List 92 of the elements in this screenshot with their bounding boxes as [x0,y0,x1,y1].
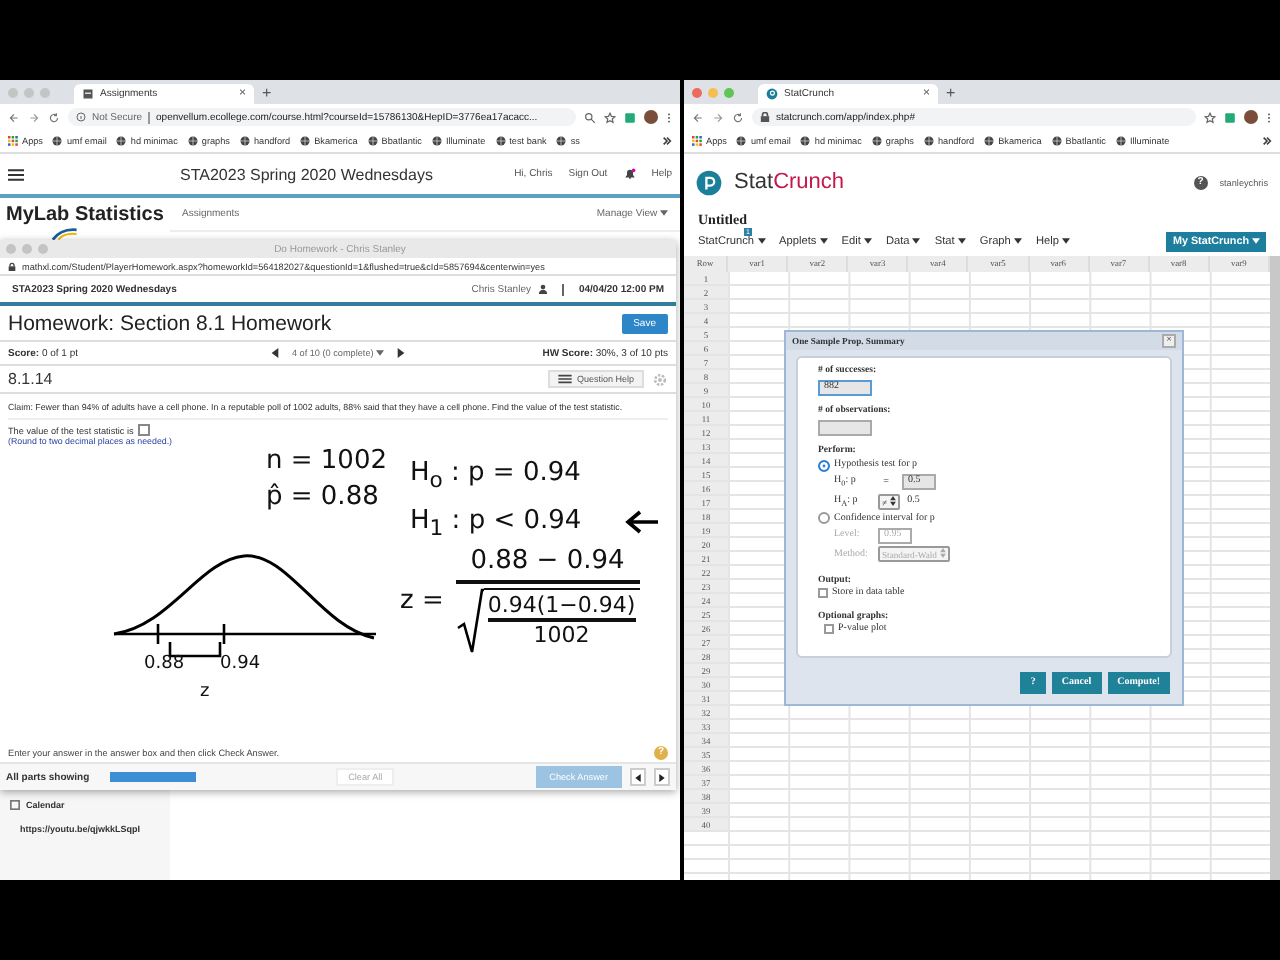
caret-icon [819,238,828,244]
denominator: 1002 [533,621,590,647]
globe-icon [800,136,811,146]
up-down-arrows-icon [889,495,896,505]
globe-icon [1051,136,1062,146]
globe-icon [431,136,442,146]
globe-icon [984,136,995,146]
info-icon [76,112,86,122]
star-icon[interactable] [604,111,616,123]
lock-icon [760,112,770,122]
previous-button[interactable] [630,768,646,786]
caret-icon [912,238,921,244]
checkbox[interactable] [818,588,828,598]
next-button[interactable] [396,348,407,358]
page-icon [82,88,94,100]
close-button[interactable] [692,87,702,97]
up-down-arrows-icon [939,548,946,558]
caret-icon [376,350,385,356]
list-icon [558,374,573,384]
globe-icon [736,136,747,146]
globe-icon [367,136,378,146]
curve-label: 0.94 [220,654,261,674]
extension-icon[interactable] [1224,111,1236,123]
menu-icon[interactable] [8,167,24,181]
course-title: STA2023 Spring 2020 Wednesdays [178,165,435,183]
back-icon[interactable] [692,111,704,123]
forward-icon[interactable] [28,111,40,123]
caret-icon [1013,238,1022,244]
homework-title: Homework: Section 8.1 Homework [8,311,334,335]
lock-icon [8,261,16,271]
app-title: StatCrunch [734,170,845,194]
answer-box[interactable] [137,424,150,436]
handwritten-note: n = 1002 [266,446,387,476]
globe-icon [1115,136,1126,146]
back-icon[interactable] [8,111,20,123]
numerator: 0.88 − 0.94 [470,546,625,576]
caret-icon [863,238,872,244]
new-tab-button[interactable]: + [262,84,272,104]
caret-icon [1252,238,1260,244]
radicand: 0.94(1−0.94) [487,592,636,618]
radio-button[interactable] [818,512,830,524]
question-number: 8.1.14 [8,370,53,388]
avatar-icon[interactable] [1244,110,1258,124]
logo-icon [50,226,78,242]
caret-icon [660,210,668,216]
next-button[interactable] [654,768,670,786]
logo-icon [766,88,778,100]
globe-icon [556,136,567,146]
settings-icon[interactable] [652,371,668,387]
curve-label: z [200,682,210,702]
curve-label: 0.88 [144,654,185,674]
more-bookmarks-icon[interactable] [1262,136,1272,146]
handwritten-note: p̂ = 0.88 [266,482,379,512]
avatar-icon[interactable] [644,110,658,124]
notification-bell-icon[interactable] [623,168,636,180]
forward-icon[interactable] [712,111,724,123]
globe-icon [52,136,63,146]
triangle-left-icon [634,773,642,781]
star-icon[interactable] [1204,111,1216,123]
arrow-icon [624,510,660,534]
handwritten-note: z = [400,586,444,616]
globe-icon [923,136,934,146]
more-bookmarks-icon[interactable] [662,136,672,146]
checkbox[interactable] [824,624,834,634]
observations-field[interactable] [818,419,872,435]
apps-grid-icon [8,136,18,146]
handwritten-note: H$_{1}$ : p < 0.94 [410,506,582,542]
search-icon[interactable] [584,111,596,123]
extension-icon[interactable] [624,111,636,123]
new-tab-button[interactable]: + [946,84,956,104]
reload-icon[interactable] [732,111,744,123]
caret-icon [757,238,766,244]
reload-icon[interactable] [48,111,60,123]
caret-icon [957,238,966,244]
handwritten-note: H$_{o}$ : p = 0.94 [410,458,581,494]
apps-grid-icon [692,136,702,146]
product-title: MyLab Statistics [6,204,164,226]
radio-button[interactable] [818,459,830,471]
globe-icon [187,136,198,146]
square-root-sign [455,588,484,656]
calendar-icon [10,800,20,810]
globe-icon [300,136,311,146]
caret-icon [1062,238,1071,244]
globe-icon [871,136,882,146]
triangle-right-icon [658,773,666,781]
globe-icon [239,136,250,146]
globe-icon [116,136,127,146]
person-icon [538,284,549,294]
logo-icon [696,169,722,195]
previous-button[interactable] [269,348,280,358]
globe-icon [495,136,506,146]
scroll-bar[interactable] [1270,256,1280,880]
